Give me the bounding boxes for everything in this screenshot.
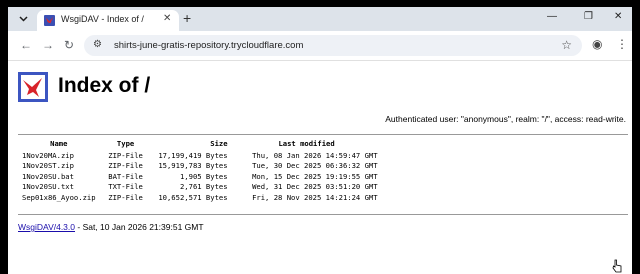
browser-toolbar: ← → ↻ ⚙ shirts-june-gratis-repository.tr… (8, 31, 632, 61)
file-listing-table: Name Type Size Last modified 1Nov20MA.zi… (18, 139, 382, 203)
page-title: Index of / (58, 74, 151, 97)
bottom-divider (18, 214, 628, 215)
column-header-size[interactable]: Size (152, 139, 232, 150)
profile-icon[interactable]: ◉ (592, 37, 602, 51)
column-header-modified[interactable]: Last modified (232, 139, 382, 150)
forward-arrow-icon[interactable]: → (42, 38, 54, 52)
page-footer: WsgiDAV/4.3.0 - Sat, 10 Jan 2026 21:39:5… (18, 222, 204, 232)
file-name-link[interactable]: Sep01x86_Ayoo.zip (18, 192, 100, 203)
close-window-icon[interactable]: ✕ (614, 11, 622, 22)
address-bar[interactable]: ⚙ shirts-june-gratis-repository.trycloud… (84, 35, 582, 56)
file-type: BAT-File (108, 171, 143, 181)
file-name-link[interactable]: 1Nov20SU.bat (18, 171, 100, 182)
back-arrow-icon[interactable]: ← (20, 38, 32, 52)
table-header-row: Name Type Size Last modified (18, 139, 382, 150)
auth-info: Authenticated user: "anonymous", realm: … (385, 114, 626, 124)
browser-menu-icon[interactable]: ⋮ (616, 37, 628, 51)
tab-strip: WsgiDAV - Index of / ✕ + — ❐ ✕ (8, 7, 632, 31)
table-row: 1Nov20ST.zip ZIP-File 15,919,783 Bytes T… (18, 161, 382, 172)
table-row: 1Nov20MA.zip ZIP-File 17,199,419 Bytes T… (18, 150, 382, 161)
top-divider (18, 134, 628, 135)
wsgidav-logo (18, 72, 48, 102)
file-size: 10,652,571 Bytes (158, 192, 228, 202)
table-row: 1Nov20SU.bat BAT-File 1,905 Bytes Mon, 1… (18, 171, 382, 182)
file-modified: Mon, 15 Dec 2025 19:19:55 GMT (252, 171, 378, 181)
wsgidav-favicon-icon (44, 15, 55, 26)
file-modified: Thu, 08 Jan 2026 14:59:47 GMT (252, 150, 378, 160)
file-size: 15,919,783 Bytes (158, 161, 228, 171)
new-tab-button[interactable]: + (183, 10, 191, 26)
url-text[interactable]: shirts-june-gratis-repository.trycloudfl… (114, 40, 303, 51)
wsgidav-version-link[interactable]: WsgiDAV/4.3.0 (18, 222, 75, 232)
reload-icon[interactable]: ↻ (64, 38, 74, 52)
minimize-icon[interactable]: — (547, 11, 557, 22)
file-type: TXT-File (108, 182, 143, 192)
file-size: 2,761 Bytes (179, 182, 228, 192)
tab-close-icon[interactable]: ✕ (163, 13, 171, 24)
file-size: 17,199,419 Bytes (158, 150, 228, 160)
file-name-link[interactable]: 1Nov20ST.zip (18, 161, 100, 172)
column-header-name[interactable]: Name (18, 139, 100, 150)
file-type: ZIP-File (108, 192, 143, 202)
table-row: 1Nov20SU.txt TXT-File 2,761 Bytes Wed, 3… (18, 182, 382, 193)
browser-window: WsgiDAV - Index of / ✕ + — ❐ ✕ ← → ↻ ⚙ s… (8, 7, 632, 274)
tab-search-button[interactable] (15, 12, 31, 26)
file-type: ZIP-File (108, 161, 143, 171)
file-name-link[interactable]: 1Nov20SU.txt (18, 182, 100, 193)
column-header-type[interactable]: Type (100, 139, 152, 150)
footer-timestamp: - Sat, 10 Jan 2026 21:39:51 GMT (75, 222, 204, 232)
table-row: Sep01x86_Ayoo.zip ZIP-File 10,652,571 By… (18, 192, 382, 203)
tab-title: WsgiDAV - Index of / (61, 14, 144, 24)
file-modified: Wed, 31 Dec 2025 03:51:20 GMT (252, 182, 378, 192)
chevron-down-icon (18, 16, 28, 22)
restore-icon[interactable]: ❐ (584, 11, 593, 22)
file-modified: Tue, 30 Dec 2025 06:36:32 GMT (252, 161, 378, 171)
file-modified: Fri, 28 Nov 2025 14:21:24 GMT (252, 192, 378, 202)
tab-active[interactable]: WsgiDAV - Index of / ✕ (37, 10, 179, 31)
bookmark-star-icon[interactable]: ☆ (561, 38, 572, 52)
site-info-icon[interactable]: ⚙ (93, 39, 102, 50)
file-name-link[interactable]: 1Nov20MA.zip (18, 150, 100, 161)
file-size: 1,905 Bytes (179, 171, 228, 181)
page-content: Index of / Authenticated user: "anonymou… (8, 62, 632, 274)
file-type: ZIP-File (108, 150, 143, 160)
hand-cursor-icon (612, 259, 622, 273)
bird-logo-icon (18, 72, 48, 102)
